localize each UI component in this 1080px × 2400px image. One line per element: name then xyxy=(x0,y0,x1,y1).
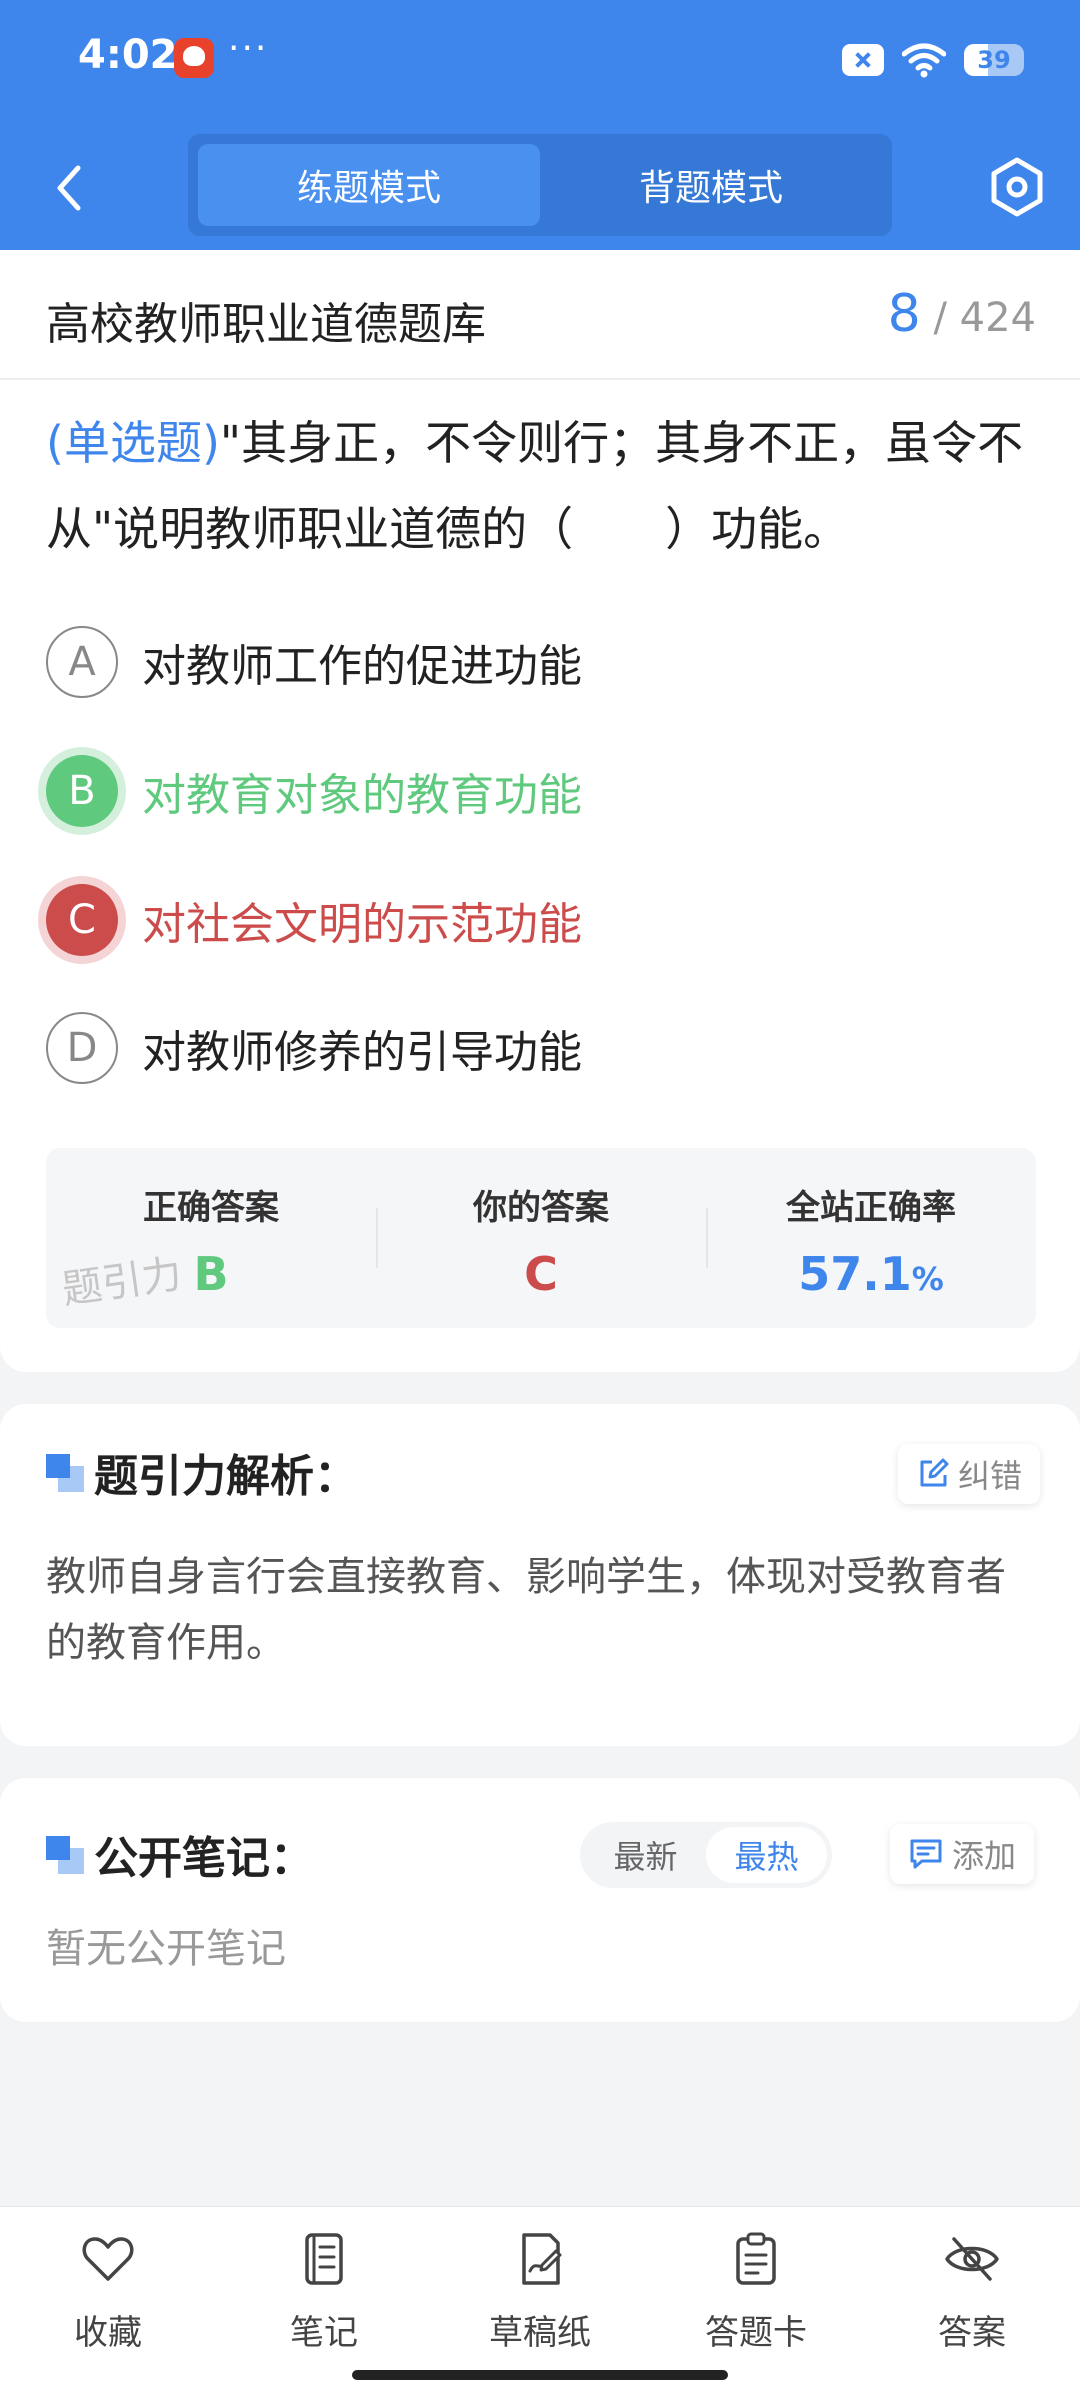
analysis-title: 题引力解析： xyxy=(94,1451,358,1502)
option-letter: B xyxy=(46,755,118,827)
empty-notes-text: 暂无公开笔记 xyxy=(46,1926,286,1972)
battery-icon: 39 xyxy=(964,44,1024,76)
message-add-icon xyxy=(910,1839,942,1869)
analysis-card: 题引力解析： 纠错 教师自身言行会直接教育、影响学生，体现对受教育者的教育作用。 xyxy=(0,1404,1080,1746)
home-indicator[interactable] xyxy=(352,2370,728,2380)
question-card: 高校教师职业道德题库 8 / 424 (单选题)"其身正，不令则行；其身不正，虽… xyxy=(0,250,1080,1372)
status-time: 4:02 xyxy=(78,32,178,78)
option-text: 对教育对象的教育功能 xyxy=(142,770,582,821)
option-text: 对社会文明的示范功能 xyxy=(142,899,582,950)
report-error-label: 纠错 xyxy=(958,1457,1023,1495)
total-questions: / 424 xyxy=(933,295,1036,341)
option-letter: A xyxy=(46,626,118,698)
report-error-button[interactable]: 纠错 xyxy=(898,1444,1041,1504)
current-question-number: 8 xyxy=(887,284,921,344)
analysis-text: 教师自身言行会直接教育、影响学生，体现对受教育者的教育作用。 xyxy=(46,1554,1006,1666)
sort-hottest[interactable]: 最热 xyxy=(706,1827,827,1883)
question-progress[interactable]: 8 / 424 xyxy=(888,284,1036,344)
correct-answer-label: 正确答案 xyxy=(143,1188,279,1228)
option-c[interactable]: C 对社会文明的示范功能 xyxy=(46,882,582,958)
top-header: 4:02 ··· 39 练题模式 背题模式 xyxy=(0,0,1080,250)
add-note-button[interactable]: 添加 xyxy=(890,1824,1035,1884)
more-notifications-icon: ··· xyxy=(228,28,269,69)
site-accuracy-value: 57.1% xyxy=(706,1247,1036,1301)
data-off-icon xyxy=(842,44,884,76)
site-accuracy-label: 全站正确率 xyxy=(786,1188,956,1228)
option-b[interactable]: B 对教育对象的教育功能 xyxy=(46,753,582,829)
status-indicators: 39 xyxy=(842,38,1024,82)
scratch-paper-icon xyxy=(522,2233,562,2285)
option-d[interactable]: D 对教师修养的引导功能 xyxy=(46,1010,582,1086)
chevron-left-icon[interactable] xyxy=(40,158,100,218)
option-letter: D xyxy=(46,1012,118,1084)
notebook-icon xyxy=(305,2233,343,2285)
question-bank-title: 高校教师职业道德题库 xyxy=(46,299,486,350)
answer-summary: 正确答案 B 题引力 你的答案 C 全站正确率 57.1% xyxy=(46,1148,1036,1328)
section-icon xyxy=(46,1454,84,1492)
question-type: (单选题) xyxy=(46,416,220,470)
section-icon xyxy=(46,1836,84,1874)
tab-practice-mode[interactable]: 练题模式 xyxy=(198,144,540,226)
battery-level: 39 xyxy=(977,46,1011,74)
notes-sort-toggle: 最新 最热 xyxy=(580,1822,832,1888)
option-text: 对教师修养的引导功能 xyxy=(142,1027,582,1078)
sort-latest[interactable]: 最新 xyxy=(585,1827,706,1883)
eye-off-icon xyxy=(945,2237,999,2281)
your-answer-label: 你的答案 xyxy=(473,1188,609,1228)
add-note-label: 添加 xyxy=(952,1837,1017,1875)
accuracy-number: 57.1 xyxy=(798,1247,912,1301)
heart-icon xyxy=(82,2237,134,2281)
status-bar: 4:02 ··· 39 xyxy=(0,0,1080,118)
mode-switch: 练题模式 背题模式 xyxy=(188,134,892,236)
question-bank-row: 高校教师职业道德题库 8 / 424 xyxy=(0,250,1080,380)
answer-sheet-icon xyxy=(736,2232,776,2285)
answer-sheet-label: 答题卡 xyxy=(705,2313,807,2353)
your-answer-col: 你的答案 C xyxy=(376,1148,706,1328)
public-notes-card: 公开笔记： 最新 最热 添加 暂无公开笔记 xyxy=(0,1778,1080,2022)
favorite-button[interactable]: 收藏 xyxy=(0,2207,216,2400)
public-notes-title: 公开笔记： xyxy=(94,1833,314,1884)
wifi-icon xyxy=(902,43,946,78)
tab-memorize-mode[interactable]: 背题模式 xyxy=(540,144,882,226)
correct-answer-col: 正确答案 B 题引力 xyxy=(46,1148,376,1328)
option-letter: C xyxy=(46,884,118,956)
option-a[interactable]: A 对教师工作的促进功能 xyxy=(46,624,582,700)
show-answer-button[interactable]: 答案 xyxy=(864,2207,1080,2400)
site-accuracy-col: 全站正确率 57.1% xyxy=(706,1148,1036,1328)
notes-label: 笔记 xyxy=(290,2313,358,2353)
accuracy-unit: % xyxy=(911,1260,944,1298)
question-stem: (单选题)"其身正，不令则行；其身不正，虽令不从"说明教师职业道德的（ ）功能。 xyxy=(46,400,1042,572)
notification-app-icon xyxy=(174,38,214,78)
scratch-paper-label: 草稿纸 xyxy=(489,2313,591,2353)
settings-icon[interactable] xyxy=(984,154,1050,220)
your-answer-value: C xyxy=(524,1247,558,1301)
nav-row: 练题模式 背题模式 xyxy=(0,134,1080,238)
favorite-label: 收藏 xyxy=(74,2313,142,2353)
option-text: 对教师工作的促进功能 xyxy=(142,641,582,692)
edit-icon xyxy=(920,1458,949,1487)
show-answer-label: 答案 xyxy=(938,2313,1006,2353)
